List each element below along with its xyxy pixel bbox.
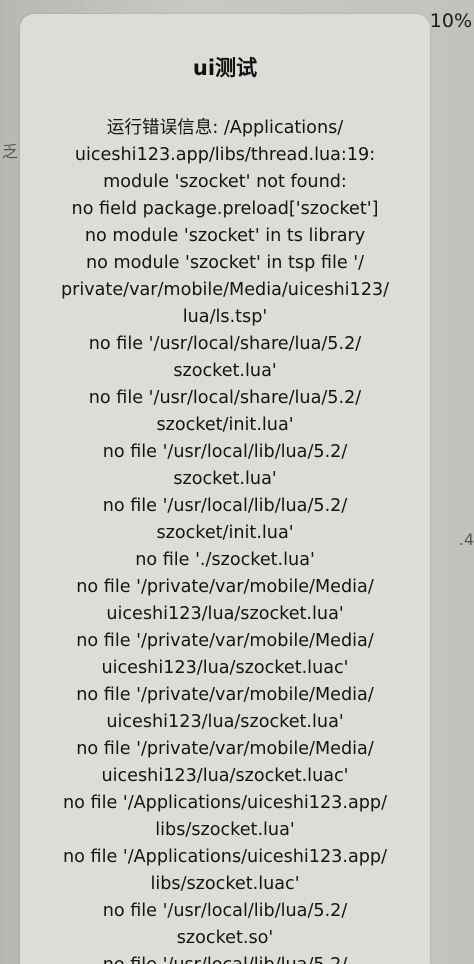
alert-message-line: lua/ls.tsp' — [182, 307, 268, 327]
alert-message-line: 运行错误信息: /Applications/ — [106, 118, 344, 138]
battery-percentage: 10% — [429, 10, 472, 32]
alert-message-line: uiceshi123/lua/szocket.luac' — [101, 766, 349, 786]
alert-message-line: libs/szocket.luac' — [150, 874, 300, 894]
alert-message-line: module 'szocket' not found: — [103, 172, 347, 192]
alert-message-line: szocket/init.lua' — [156, 523, 294, 543]
alert-message-line: uiceshi123/lua/szocket.lua' — [106, 712, 344, 732]
alert-message-line: no file '/private/var/mobile/Media/ — [76, 739, 374, 759]
alert-message-line: no file '/usr/local/lib/lua/5.2/ — [102, 901, 348, 921]
alert-message-line: szocket.lua' — [173, 361, 277, 381]
alert-message-line: no file '/usr/local/lib/lua/5.2/ — [102, 496, 348, 516]
alert-message-line: no field package.preload['szocket'] — [71, 199, 379, 219]
alert-message-line: libs/szocket.lua' — [155, 820, 295, 840]
alert-message-line: uiceshi123.app/libs/thread.lua:19: — [74, 145, 376, 165]
alert-message: 运行错误信息: /Applications/ uiceshi123.app/li… — [24, 115, 426, 964]
alert-message-line: no module 'szocket' in ts library — [84, 226, 366, 246]
alert-message-line: uiceshi123/lua/szocket.luac' — [101, 658, 349, 678]
screen: 10% 乏 .4 ui测试 运行错误信息: /Applications/ uic… — [0, 0, 474, 964]
alert-message-line: no file '/usr/local/share/lua/5.2/ — [88, 334, 362, 354]
alert-message-line: szocket.so' — [176, 928, 274, 948]
alert-message-line: no file '/Applications/uiceshi123.app/ — [62, 847, 387, 867]
alert-message-line: no file '/usr/local/share/lua/5.2/ — [88, 388, 362, 408]
alert-message-line: szocket.lua' — [173, 469, 277, 489]
background-text-fragment-right: .4 — [458, 530, 474, 549]
alert-message-line: uiceshi123/lua/szocket.lua' — [106, 604, 344, 624]
alert-message-line: no file '/private/var/mobile/Media/ — [76, 631, 374, 651]
alert-message-line: no file './szocket.lua' — [135, 550, 315, 570]
alert-message-line: szocket/init.lua' — [156, 415, 294, 435]
alert-message-line: no file '/private/var/mobile/Media/ — [76, 577, 374, 597]
alert-message-line: no file '/private/var/mobile/Media/ — [76, 685, 374, 705]
alert-message-line: no module 'szocket' in tsp file '/ — [85, 253, 365, 273]
alert-message-line: private/var/mobile/Media/uiceshi123/ — [60, 280, 390, 300]
alert-message-line: no file '/usr/local/lib/lua/5.2/ — [102, 442, 348, 462]
alert-title: ui测试 — [192, 56, 258, 80]
alert-dialog: ui测试 运行错误信息: /Applications/ uiceshi123.a… — [20, 14, 430, 964]
alert-message-line: no file '/Applications/uiceshi123.app/ — [62, 793, 387, 813]
background-text-fragment-left: 乏 — [2, 142, 19, 161]
alert-message-line: no file '/usr/local/lib/lua/5.2/ — [24, 952, 426, 964]
